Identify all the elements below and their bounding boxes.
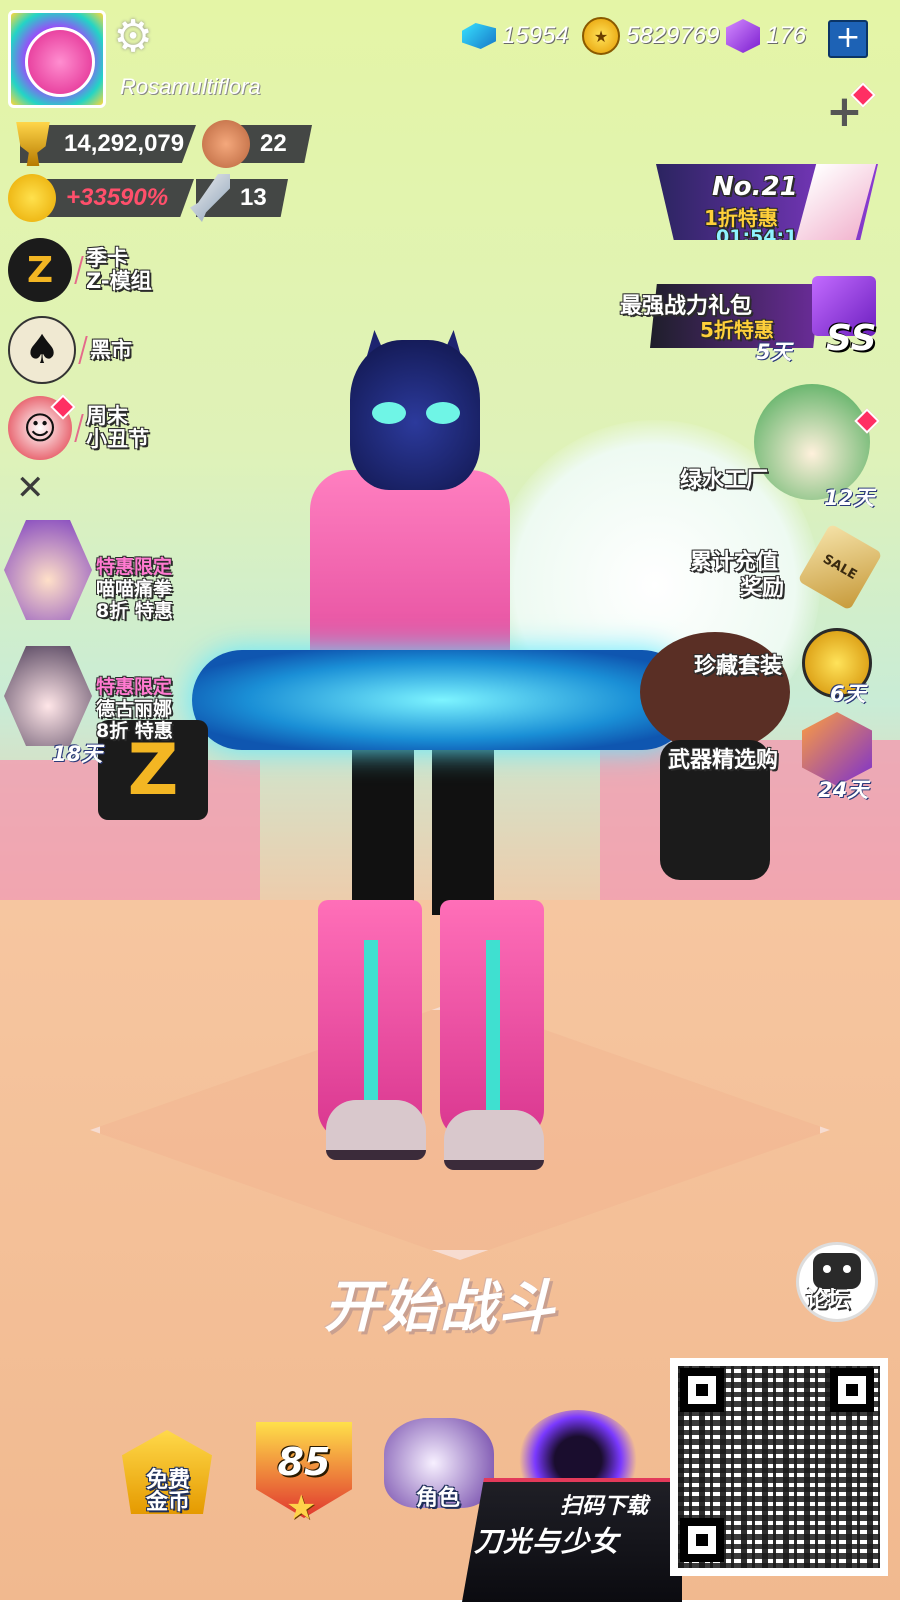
menu-label-line2: 小丑节 — [86, 427, 149, 451]
green-factory[interactable]: 绿水工厂 12天 — [680, 384, 880, 510]
qr-game-name: 刀光与少女 — [474, 1525, 620, 1558]
character-portrait — [4, 520, 92, 620]
weapon-days: 24天 — [818, 778, 869, 802]
bear-icon — [202, 120, 250, 168]
coin-value: 5829769 — [626, 22, 720, 49]
character-boot-right — [440, 900, 544, 1140]
promo-dracula[interactable]: 特惠限定 德古丽娜 8折 特惠 18天 — [4, 646, 194, 766]
sword-value: 13 — [240, 184, 267, 211]
cube-counter[interactable]: 176 — [726, 16, 806, 56]
free-coins-button[interactable]: 免费 金币 — [118, 1418, 218, 1530]
character-leg-right — [432, 735, 494, 915]
character-label: 角色 — [415, 1486, 460, 1511]
menu-label-line1: 季卡 — [86, 246, 128, 270]
character-leg-left — [352, 735, 414, 915]
add-currency-button[interactable]: + — [828, 20, 868, 58]
collection-label: 珍藏套装 — [694, 654, 783, 679]
gem-counter[interactable]: 15954 — [462, 16, 569, 56]
trophy-value: 14,292,079 — [64, 130, 185, 157]
collection-set[interactable]: 珍藏套装 6天 — [690, 624, 880, 706]
helmet-eye-left — [372, 402, 406, 424]
bonus-value: +33590% — [66, 184, 169, 211]
character-body — [310, 470, 510, 680]
promo-meow-fist[interactable]: 特惠限定 喵喵痛拳 8折 特惠 — [4, 520, 194, 630]
settings-gear-icon[interactable]: ⚙ — [110, 14, 156, 60]
ss-badge: SS — [826, 318, 877, 359]
promo-discount: 8折 特惠 — [96, 600, 173, 622]
close-icon[interactable]: ✕ — [16, 468, 45, 508]
player-avatar[interactable] — [8, 10, 106, 108]
green-factory-label: 绿水工厂 — [680, 468, 769, 493]
character-helmet — [350, 340, 480, 490]
star-icon: ★ — [286, 1488, 317, 1528]
menu-season-card[interactable]: Z 季卡 Z-模组 — [8, 238, 152, 302]
weapon-label: 武器精选购 — [668, 748, 779, 773]
promo-discount: 8折 特惠 — [96, 720, 173, 742]
promo-days: 18天 — [52, 742, 103, 766]
no21-deal[interactable]: No.21 1折特惠 01:54:14 — [656, 164, 878, 240]
level-pass-button[interactable]: 85 ★ — [254, 1418, 354, 1530]
free-coins-line2: 金币 — [145, 1490, 190, 1515]
boot-sole-right — [444, 1110, 544, 1170]
free-coins-line1: 免费 — [145, 1468, 190, 1493]
green-factory-days: 12天 — [824, 486, 875, 510]
no21-title: No.21 — [712, 172, 798, 202]
level-value: 85 — [277, 1440, 331, 1484]
gem-icon — [462, 23, 496, 49]
bear-stat[interactable]: 22 — [202, 120, 312, 168]
recharge-line2: 奖励 — [740, 576, 785, 601]
menu-label-line1: 黑市 — [90, 337, 132, 362]
start-battle-button[interactable]: 开始战斗 — [300, 1262, 580, 1340]
forum-label: 论坛 — [806, 1288, 851, 1313]
helmet-eye-right — [426, 402, 460, 424]
power-pack-days: 5天 — [756, 340, 792, 364]
trophy-stat[interactable]: 14,292,079 — [12, 122, 196, 166]
z-module-icon: Z — [8, 238, 72, 302]
boot-sole-left — [326, 1100, 426, 1160]
bonus-stat[interactable]: +33590% — [8, 174, 194, 222]
qr-scan-text: 扫码下载 — [560, 1494, 649, 1519]
collection-days: 6天 — [830, 682, 866, 706]
gem-value: 15954 — [502, 22, 569, 49]
bear-value: 22 — [260, 130, 287, 157]
sword-stat[interactable]: 13 — [190, 174, 288, 222]
weapon-shop[interactable]: 武器精选购 24天 — [668, 712, 880, 802]
player-name: Rosamultiflora — [120, 74, 261, 99]
menu-label-line1: 周末 — [86, 404, 128, 428]
coin-counter[interactable]: ★ 5829769 — [582, 16, 719, 56]
coin-icon: ★ — [582, 17, 620, 55]
menu-black-market[interactable]: ♠ 黑市 — [8, 316, 132, 384]
hoverboard — [192, 650, 692, 750]
spade-ace-icon: ♠ — [8, 316, 76, 384]
emoji-face-icon — [8, 174, 56, 222]
power-pack[interactable]: 最强战力礼包 5折特惠 5天 SS — [620, 276, 880, 364]
menu-label-line2: Z-模组 — [86, 269, 152, 293]
cube-icon — [726, 19, 760, 53]
recharge-reward[interactable]: 累计充值 奖励 SALE — [690, 523, 883, 611]
character-portrait — [4, 646, 92, 746]
cube-value: 176 — [766, 22, 807, 49]
qr-code[interactable] — [670, 1358, 888, 1576]
sale-tag-icon: SALE — [797, 523, 883, 611]
character-button[interactable]: 角色 — [384, 1418, 494, 1530]
menu-weekend-clown[interactable]: ☺ 周末 小丑节 — [8, 396, 149, 460]
